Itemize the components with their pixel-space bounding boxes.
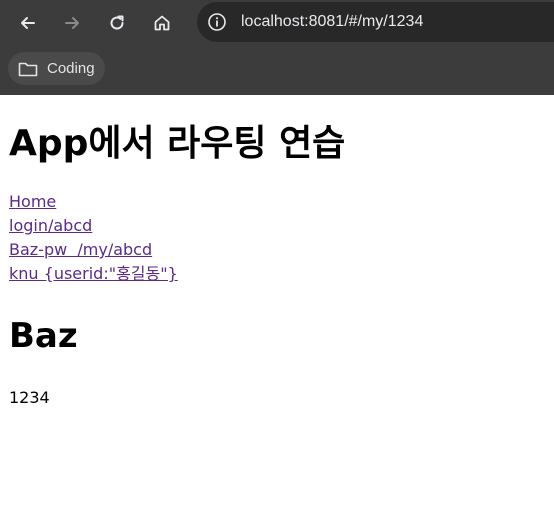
link-login[interactable]: login/abcd	[9, 214, 545, 238]
bookmark-folder-coding[interactable]: Coding	[8, 52, 105, 85]
link-home[interactable]: Home	[9, 190, 545, 214]
router-links: Home login/abcd Baz-pw /my/abcd knu {use…	[9, 190, 545, 286]
back-button[interactable]	[12, 7, 44, 39]
home-icon	[154, 15, 170, 31]
forward-arrow-icon	[65, 17, 79, 29]
browser-chrome: localhost:8081/#/my/1234 Coding	[0, 0, 554, 95]
page-title: App에서 라우팅 연습	[9, 123, 346, 164]
address-bar[interactable]: localhost:8081/#/my/1234	[197, 2, 554, 42]
home-button[interactable]	[146, 7, 178, 39]
route-param-value: 1234	[9, 388, 50, 407]
reload-icon	[110, 15, 124, 30]
folder-icon	[17, 58, 39, 80]
back-arrow-icon	[21, 17, 35, 29]
url-text[interactable]: localhost:8081/#/my/1234	[241, 2, 423, 42]
link-baz-pw[interactable]: Baz-pw /my/abcd	[9, 238, 545, 262]
page-content: App에서 라우팅 연습 Home login/abcd Baz-pw /my/…	[0, 120, 554, 410]
forward-button[interactable]	[56, 7, 88, 39]
link-knu[interactable]: knu {userid:"홍길동"}	[9, 262, 545, 286]
bookmark-label: Coding	[47, 60, 95, 77]
browser-toolbar: localhost:8081/#/my/1234	[0, 0, 554, 46]
section-heading: Baz	[9, 316, 78, 356]
info-icon[interactable]	[206, 11, 228, 33]
reload-button[interactable]	[101, 7, 133, 39]
